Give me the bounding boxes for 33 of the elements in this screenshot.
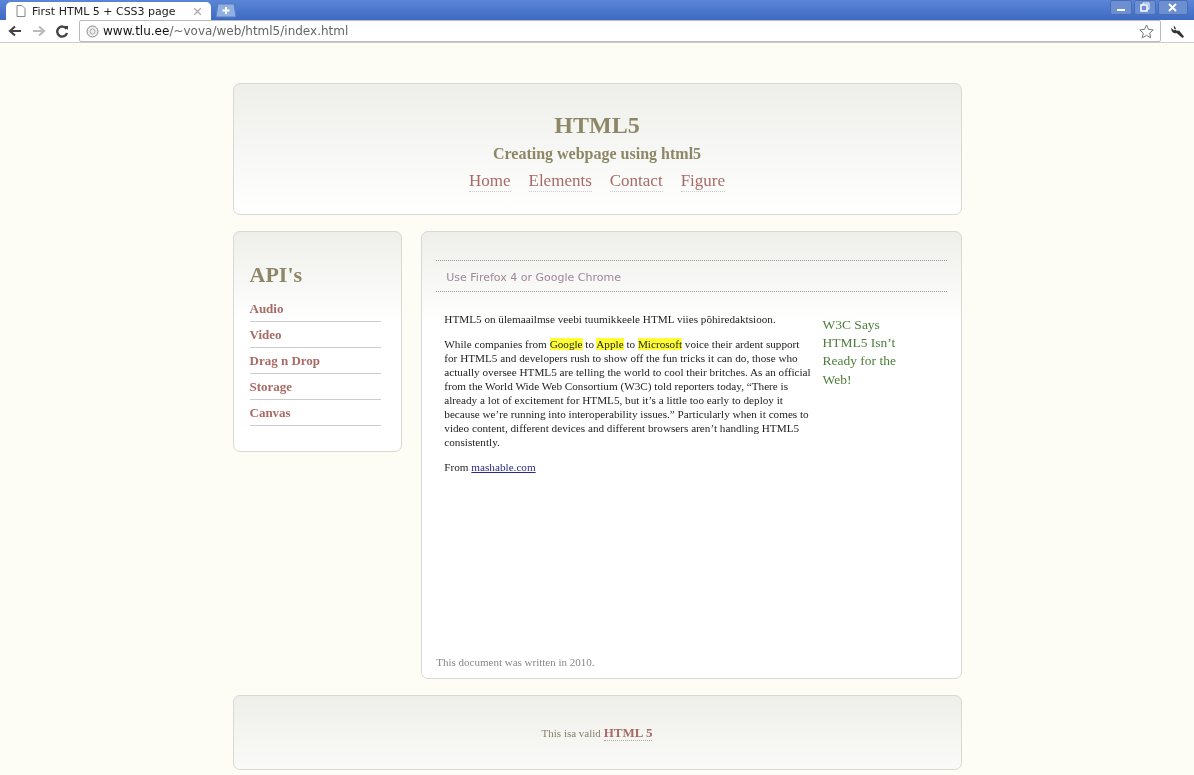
browser-tab[interactable]: First HTML 5 + CSS3 page (6, 2, 211, 20)
footnote-text: This document was written in 2010. (436, 656, 596, 668)
restore-icon[interactable] (1134, 0, 1156, 15)
address-bar[interactable]: www.tlu.ee/~vova/web/html5/index.html (79, 20, 1161, 42)
intro-paragraph: HTML5 on ülemaailmse veebi tuumikkeele HTML viies põhiredaktsioon. (444, 312, 777, 326)
sidebar-link[interactable]: Storage (249, 374, 382, 400)
reload-icon[interactable] (56, 24, 69, 38)
pull-quote: W3C Says HTML5 Isn’t Ready for the Web! (822, 316, 897, 389)
html5-link[interactable]: HTML 5 (603, 724, 653, 741)
nav-link[interactable]: Figure (680, 171, 726, 192)
minimize-icon[interactable] (1110, 0, 1132, 15)
globe-icon (86, 24, 99, 38)
source-link[interactable]: mashable.com (471, 461, 536, 473)
nav-link[interactable]: Elements (528, 171, 592, 192)
sidebar-link[interactable]: Video (249, 322, 382, 348)
notice-text: Use Firefox 4 or Google Chrome (436, 260, 947, 292)
page-icon (16, 5, 26, 17)
nav-link[interactable]: Home (468, 171, 511, 192)
source-line: From mashable.com (444, 460, 537, 474)
nav-link[interactable]: Contact (609, 171, 663, 192)
close-icon[interactable] (1158, 0, 1188, 15)
site-subtitle: Creating webpage using html5 (492, 145, 702, 163)
sidebar-link[interactable]: Audio (249, 296, 382, 322)
new-tab-button[interactable] (215, 3, 237, 18)
wrench-icon[interactable] (1171, 23, 1186, 39)
sidebar-title: API's (249, 262, 304, 288)
site-title: HTML5 (554, 112, 640, 139)
article-paragraph: While companies from Google to Apple to Microsoft voice their ardent support for HTML5 and developers rush to show off the fun tricks it can do, those who actually oversee HTML5 are telling the world to cool their britches. As an official from the World Wide Web Consortium (W3C) told reporters today, “There is already a lot of excitement for HTML5, but it’s a little too early to deploy it because we’re running into interoperability issues.” Particularly when it comes to video content, different devices and different browsers aren’t handling HTML5 consistently. (444, 337, 812, 449)
footer-text: This isa valid HTML 5 (541, 724, 653, 741)
sidebar-link[interactable]: Canvas (249, 400, 382, 426)
sidebar-link[interactable]: Drag n Drop (249, 348, 382, 374)
back-icon[interactable] (8, 25, 22, 37)
star-icon[interactable] (1139, 23, 1154, 39)
